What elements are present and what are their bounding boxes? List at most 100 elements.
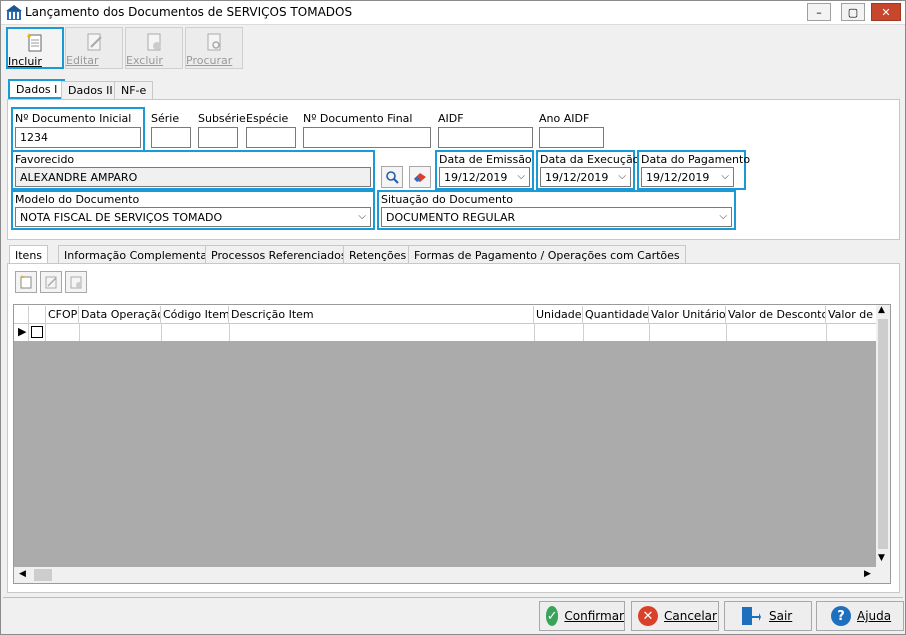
excluir-button[interactable]: Excluir: [125, 27, 183, 69]
tab-dados-i[interactable]: Dados I: [8, 79, 66, 99]
column-valor[interactable]: Valor de: [826, 306, 876, 324]
aidf-input[interactable]: [438, 127, 533, 148]
column-descricao-item[interactable]: Descrição Item: [229, 306, 534, 324]
sair-label: Sair: [769, 609, 793, 623]
situacao-select[interactable]: DOCUMENTO REGULAR ⌵: [381, 207, 732, 227]
data-pagamento-picker[interactable]: 19/12/2019 ⌵: [641, 167, 734, 187]
tab-dados-ii[interactable]: Dados II: [61, 81, 120, 101]
excluir-label: Excluir: [126, 54, 163, 67]
scroll-right-icon[interactable]: ▶: [864, 569, 871, 579]
serie-label: Série: [151, 112, 180, 125]
confirmar-button[interactable]: ✓ Confirmar: [539, 601, 625, 631]
column-valor-desconto[interactable]: Valor de Desconto: [726, 306, 826, 324]
situacao-label: Situação do Documento: [381, 193, 514, 206]
cell-divider: [726, 324, 727, 341]
cell-divider: [79, 324, 80, 341]
minimize-button[interactable]: –: [807, 3, 831, 21]
help-icon: ?: [831, 606, 851, 626]
doc-inicial-label: Nº Documento Inicial: [15, 112, 132, 125]
column-cfop[interactable]: CFOP: [46, 306, 79, 324]
serie-input[interactable]: [151, 127, 191, 148]
situacao-value: DOCUMENTO REGULAR: [386, 211, 516, 224]
chevron-down-icon: ⌵: [618, 171, 626, 182]
editar-label: Editar: [66, 54, 99, 67]
items-grid: [13, 304, 891, 584]
cancelar-button[interactable]: ✕ Cancelar: [631, 601, 719, 631]
subserie-input[interactable]: [198, 127, 238, 148]
cell-divider: [649, 324, 650, 341]
column-data-operacao[interactable]: Data Operação: [79, 306, 161, 324]
procurar-label: Procurar: [186, 54, 233, 67]
cell-divider: [534, 324, 535, 341]
subtab-formas-pagamento[interactable]: Formas de Pagamento / Operações com Cart…: [408, 245, 686, 264]
cancel-icon: ✕: [638, 606, 658, 626]
subserie-label: Subsérie: [198, 112, 246, 125]
scroll-up-icon[interactable]: ▲: [878, 305, 885, 315]
cell-divider: [826, 324, 827, 341]
data-emissao-label: Data de Emissão: [439, 153, 532, 166]
scrollbar-thumb[interactable]: [878, 319, 888, 549]
data-execucao-picker[interactable]: 19/12/2019 ⌵: [540, 167, 631, 187]
maximize-button[interactable]: ▢: [841, 3, 865, 21]
especie-label: Espécie: [246, 112, 289, 125]
subtab-processos[interactable]: Processos Referenciados: [205, 245, 353, 264]
exit-door-icon: [742, 607, 761, 625]
doc-final-input[interactable]: [303, 127, 431, 148]
scroll-down-icon[interactable]: ▼: [878, 553, 885, 563]
subtab-info-complementar[interactable]: Informação Complementar: [58, 245, 218, 264]
data-emissao-picker[interactable]: 19/12/2019 ⌵: [439, 167, 530, 187]
doc-inicial-input[interactable]: 1234: [15, 127, 141, 148]
table-row[interactable]: [14, 324, 876, 341]
subtab-retencoes[interactable]: Retenções: [343, 245, 413, 264]
procurar-button[interactable]: Procurar: [185, 27, 243, 69]
ano-aidf-input[interactable]: [539, 127, 604, 148]
ajuda-button[interactable]: ? Ajuda: [816, 601, 904, 631]
tab-nfe[interactable]: NF-e: [114, 81, 154, 101]
h-scrollbar-thumb[interactable]: [34, 569, 52, 581]
clear-favorecido-button[interactable]: [409, 166, 431, 188]
chevron-down-icon: ⌵: [358, 211, 366, 222]
favorecido-input[interactable]: ALEXANDRE AMPARO: [15, 167, 371, 187]
eraser-icon: [414, 173, 426, 182]
close-icon: ✕: [881, 5, 891, 19]
search-document-icon: [207, 33, 221, 51]
building-icon: [6, 5, 22, 20]
scroll-left-icon[interactable]: ◀: [19, 569, 26, 579]
check-icon: ✓: [546, 606, 559, 626]
new-document-icon: [27, 33, 42, 52]
cell-divider: [583, 324, 584, 341]
column-codigo-item[interactable]: Código Item: [161, 306, 229, 324]
main-window: Lançamento dos Documentos de SERVIÇOS TO…: [0, 0, 906, 635]
modelo-label: Modelo do Documento: [15, 193, 140, 206]
delete-item-icon: [70, 276, 82, 289]
modelo-select[interactable]: NOTA FISCAL DE SERVIÇOS TOMADO ⌵: [15, 207, 371, 227]
add-item-button[interactable]: [15, 271, 37, 293]
ajuda-label: Ajuda: [857, 609, 892, 623]
close-button[interactable]: ✕: [871, 3, 901, 21]
edit-item-icon: [45, 276, 57, 289]
search-favorecido-button[interactable]: [381, 166, 403, 188]
vertical-scrollbar[interactable]: ▲ ▼: [876, 305, 890, 567]
row-pointer-icon: ▶: [18, 325, 27, 338]
cell-divider: [229, 324, 230, 341]
favorecido-label: Favorecido: [15, 153, 75, 166]
delete-document-icon: [147, 33, 161, 51]
column-quantidade[interactable]: Quantidade: [583, 306, 649, 324]
data-emissao-value: 19/12/2019: [444, 171, 508, 184]
modelo-value: NOTA FISCAL DE SERVIÇOS TOMADO: [20, 211, 223, 224]
footer-divider: [3, 597, 903, 598]
sair-button[interactable]: Sair: [724, 601, 812, 631]
column-valor-unitario[interactable]: Valor Unitário: [649, 306, 726, 324]
edit-document-icon: [87, 33, 102, 51]
delete-item-button[interactable]: [65, 271, 87, 293]
chevron-down-icon: ⌵: [721, 171, 729, 182]
edit-item-button[interactable]: [40, 271, 62, 293]
subtab-itens[interactable]: Itens: [9, 245, 49, 264]
data-execucao-value: 19/12/2019: [545, 171, 609, 184]
incluir-button[interactable]: Incluir: [6, 27, 64, 69]
editar-button[interactable]: Editar: [65, 27, 123, 69]
horizontal-scrollbar[interactable]: ◀ ▶: [14, 567, 890, 583]
column-unidade[interactable]: Unidade: [534, 306, 583, 324]
minimize-icon: –: [816, 5, 822, 19]
especie-input[interactable]: [246, 127, 296, 148]
